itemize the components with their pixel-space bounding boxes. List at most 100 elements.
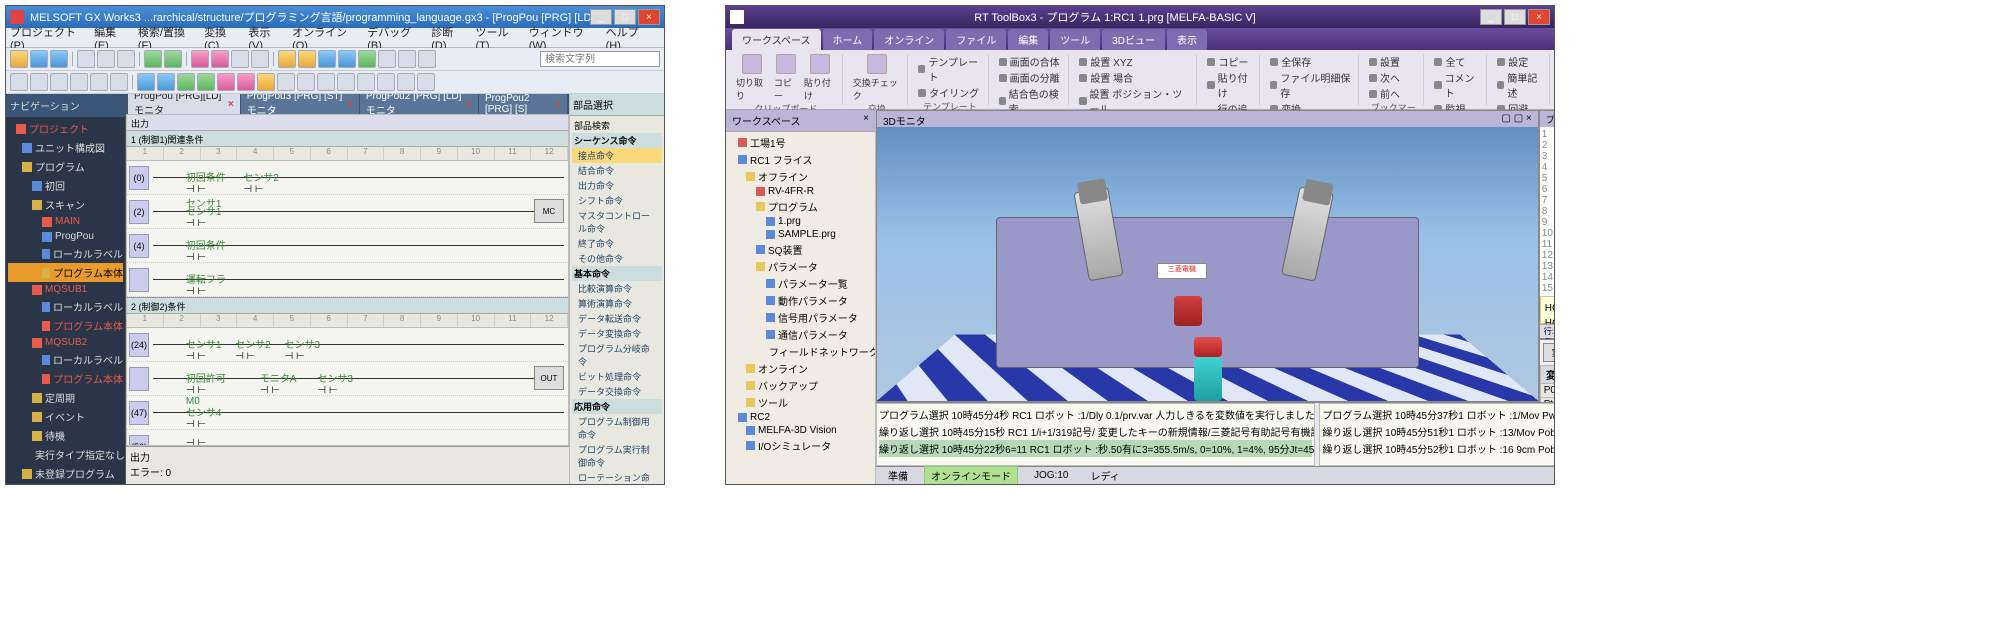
tree-item[interactable]: 通信パラメータ <box>728 326 873 343</box>
element-item[interactable]: データ交換命令 <box>572 384 662 399</box>
ladder-contact[interactable]: 運転フラ⊣ ⊢ <box>186 271 226 297</box>
tree-item[interactable]: MQSUB1 <box>8 282 123 297</box>
project-tree[interactable]: プロジェクトユニット構成図プログラム初回スキャンMAINProgPouローカルラ… <box>6 117 125 484</box>
element-item[interactable]: プログラム実行制御命令 <box>572 442 662 470</box>
ribbon-tab-view[interactable]: 表示 <box>1167 29 1207 50</box>
tbtn-hline[interactable] <box>70 73 88 91</box>
code-line[interactable]: 5 If M_In(100) = 1 'センサがONならば戸を開く <box>1542 173 1554 184</box>
ribbon-tab-3d[interactable]: 3Dビュー <box>1102 29 1165 50</box>
tbtn-save[interactable] <box>50 50 68 68</box>
tbtn-fb[interactable] <box>217 73 235 91</box>
ribbon-item[interactable]: ファイル明細保存 <box>1270 70 1352 100</box>
tbtn-monitor[interactable] <box>231 50 249 68</box>
code-line[interactable]: 11 Ovrd 50 <box>1542 239 1554 250</box>
tbtn-loop[interactable] <box>197 73 215 91</box>
tree-item[interactable]: 信号用パラメータ <box>728 309 873 326</box>
ladder-rung[interactable]: (47)センサ4⊣ ⊢ <box>127 396 568 430</box>
tree-item[interactable]: 定周期 <box>8 388 123 407</box>
tree-item[interactable]: I/Oシミュレータ <box>728 437 873 454</box>
search-input[interactable] <box>540 51 660 67</box>
tbtn-note[interactable] <box>297 73 315 91</box>
ribbon-item[interactable]: 画面の合体 <box>999 54 1063 69</box>
ladder-coil[interactable]: OUT <box>534 366 564 390</box>
ladder-rung[interactable]: (24)センサ1⊣ ⊢センサ2⊣ ⊢センサ3⊣ ⊢ <box>127 328 568 362</box>
tree-item[interactable]: MELFA-3D Vision <box>728 424 873 437</box>
tbtn-opt1[interactable] <box>398 50 416 68</box>
ribbon-item[interactable]: コピー <box>1207 54 1253 69</box>
ribbon-item[interactable]: コメント <box>1434 70 1480 100</box>
ribbon-item[interactable]: 画面の分離 <box>999 70 1063 85</box>
minimize-button[interactable]: _ <box>1480 9 1502 25</box>
maximize-button[interactable]: □ <box>1504 9 1526 25</box>
element-item[interactable]: 接点命令 <box>572 148 662 163</box>
ladder-rung[interactable]: (0)初回条件⊣ ⊢センサ1センサ2⊣ ⊢ <box>127 161 568 195</box>
tree-root[interactable]: 工場1号 <box>728 134 873 151</box>
tbtn-compile[interactable] <box>211 50 229 68</box>
ribbon-item[interactable]: 設置 場合 <box>1079 70 1190 85</box>
log-line[interactable]: 繰り返し選択 10時45分15秒 RC1 1/i+1/319記号/ 変更したキー… <box>879 423 1312 440</box>
tbtn-new[interactable] <box>10 50 28 68</box>
ribbon-button[interactable]: 切り取り <box>736 54 768 102</box>
ladder-contact[interactable]: 初回条件⊣ ⊢ <box>186 237 226 263</box>
tab-close-icon[interactable]: × <box>466 99 472 110</box>
ribbon-tab-edit[interactable]: 編集 <box>1008 29 1048 50</box>
tbtn-find[interactable] <box>318 50 336 68</box>
tbtn-contact-b[interactable] <box>30 73 48 91</box>
element-item[interactable]: 比較演算命令 <box>572 281 662 296</box>
ladder-rung[interactable]: (2)センサ1⊣ ⊢MC <box>127 195 568 229</box>
code-line[interactable]: 13 Dly 0.5 <box>1542 261 1554 272</box>
ribbon-tab-tool[interactable]: ツール <box>1050 29 1100 50</box>
ribbon-tab-file[interactable]: ファイル <box>946 29 1006 50</box>
tbtn-replace[interactable] <box>338 50 356 68</box>
tbtn-paste[interactable] <box>117 50 135 68</box>
tbtn-misc2[interactable] <box>357 73 375 91</box>
ribbon-tab-workspace[interactable]: ワークスペース <box>732 29 821 50</box>
ladder-contact[interactable]: センサ1⊣ ⊢ <box>186 336 222 362</box>
tree-item[interactable]: MAIN <box>8 214 123 229</box>
tbtn-jump[interactable] <box>358 50 376 68</box>
tbtn-misc4[interactable] <box>397 73 415 91</box>
tree-item[interactable]: パラメータ <box>728 258 873 275</box>
ladder-rungs[interactable]: (0)初回条件⊣ ⊢センサ1センサ2⊣ ⊢(2)センサ1⊣ ⊢MC(4)初回条件… <box>127 161 568 297</box>
ribbon-item[interactable]: 全て <box>1434 54 1480 69</box>
code-line[interactable]: 9 <box>1542 217 1554 228</box>
ribbon-item[interactable]: 簡単記述 <box>1497 70 1543 100</box>
ribbon-tab-home[interactable]: ホーム <box>823 29 873 50</box>
element-item[interactable]: ビット処理命令 <box>572 369 662 384</box>
ladder-contact[interactable]: センサ3⊣ ⊢ <box>285 336 321 362</box>
element-item[interactable]: ローテーション命令 <box>572 470 662 484</box>
tbtn-misc5[interactable] <box>417 73 435 91</box>
tbtn-falling[interactable] <box>157 73 175 91</box>
tree-item[interactable]: ローカルラベル <box>8 297 123 316</box>
tree-item[interactable]: スキャン <box>8 195 123 214</box>
code-line[interactable]: 10 P2=P1 <box>1542 228 1554 239</box>
tree-item[interactable]: プログラム <box>8 157 123 176</box>
tree-item[interactable]: RC2 <box>728 411 873 424</box>
element-item[interactable]: 終了命令 <box>572 236 662 251</box>
tree-item[interactable]: ローカルラベル <box>8 350 123 369</box>
ladder-contact[interactable]: ⊣ ⊢ <box>186 438 206 446</box>
ribbon-item[interactable]: 貼り付け <box>1207 70 1253 100</box>
tree-item[interactable]: フィールドネットワークパラメータ <box>728 343 873 360</box>
table-row[interactable]: P010.0000.0000.0000.000 <box>1540 384 1554 398</box>
code-line[interactable]: 2 *L1: '繰り返し位置へ <box>1542 140 1554 151</box>
tbtn-sim[interactable] <box>251 50 269 68</box>
ribbon-item[interactable]: 設置 <box>1369 54 1400 69</box>
tab-close-icon[interactable]: × <box>347 99 353 110</box>
code-line[interactable]: 3 <box>1542 151 1554 162</box>
tree-item[interactable]: プロジェクト <box>8 119 123 138</box>
ladder-contact[interactable]: モニタA⊣ ⊢ <box>260 370 297 396</box>
close-button[interactable]: × <box>1528 9 1550 25</box>
ladder-rung[interactable]: 初回許可⊣ ⊢M0モニタA⊣ ⊢センサ3⊣ ⊢OUT <box>127 362 568 396</box>
tbtn-redo[interactable] <box>164 50 182 68</box>
tree-item[interactable]: バックアップ <box>728 377 873 394</box>
tree-item[interactable]: プログラム本体 <box>8 263 123 282</box>
tbtn-vline[interactable] <box>90 73 108 91</box>
tree-item[interactable]: ProgPou <box>8 229 123 244</box>
log-pane-1[interactable]: プログラム選択 10時45分4秒 RC1 ロボット :1/Dly 0.1/prv… <box>876 403 1315 466</box>
element-item[interactable]: プログラム分岐命令 <box>572 341 662 369</box>
3d-canvas[interactable]: 三菱電機 <box>877 127 1538 401</box>
panel-close-icon[interactable]: × <box>863 113 869 128</box>
tree-item[interactable]: 未登録プログラム <box>8 464 123 483</box>
var-exec-button[interactable]: 実行 <box>1543 343 1554 362</box>
